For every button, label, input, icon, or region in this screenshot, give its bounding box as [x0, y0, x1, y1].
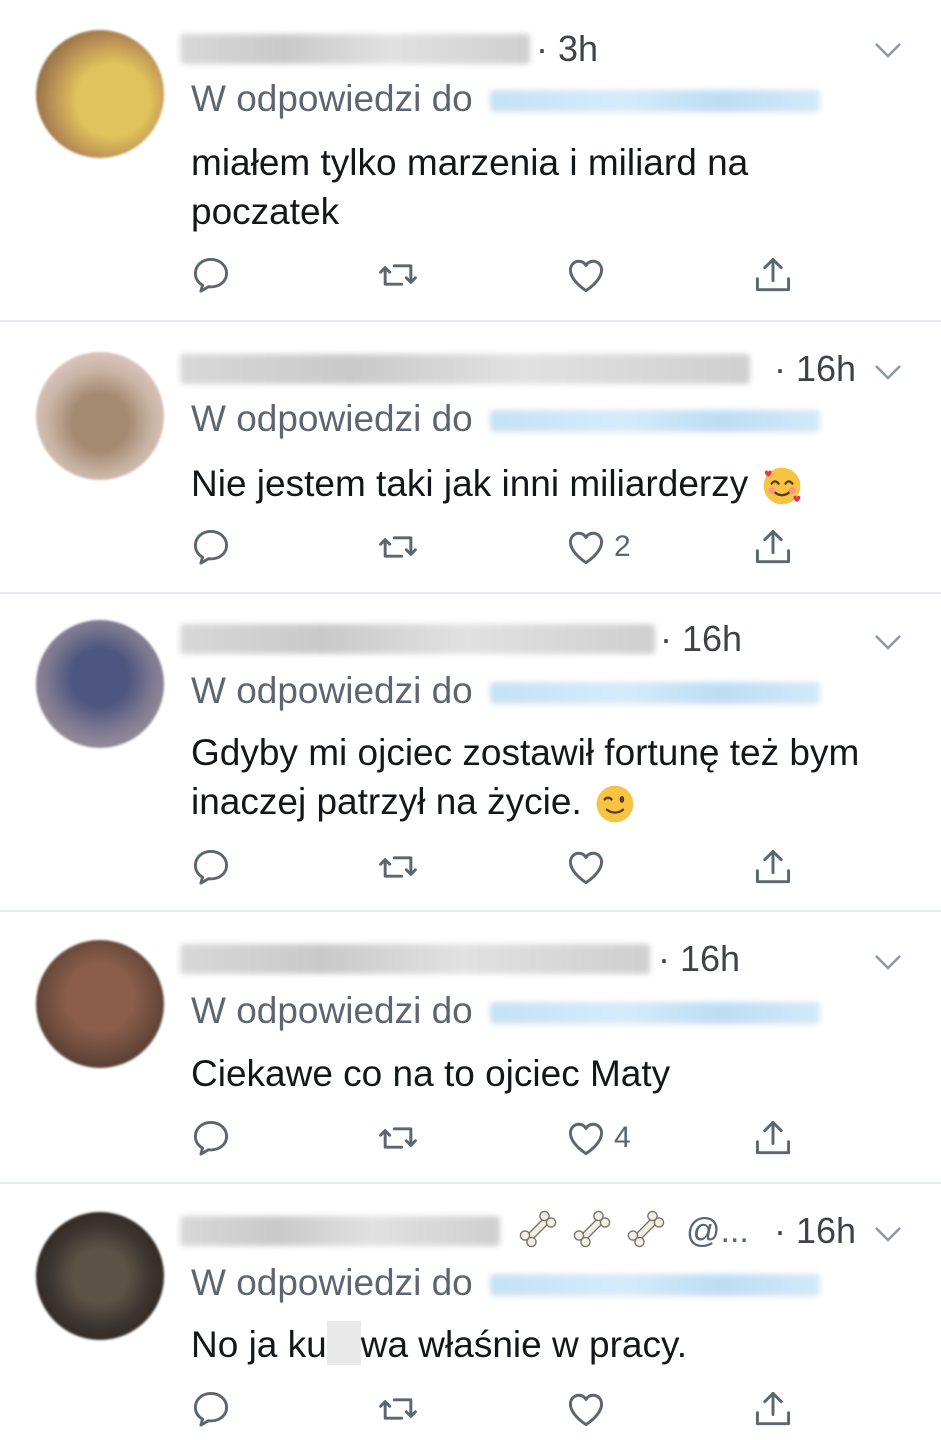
- tweet-1[interactable]: · 3h W odpowiedzi do miałem tylko marzen…: [0, 0, 941, 320]
- retweet-button[interactable]: [376, 1116, 420, 1160]
- share-button[interactable]: [751, 845, 795, 889]
- bone-emoji: [519, 1210, 557, 1248]
- reply-button[interactable]: [189, 1116, 233, 1160]
- reply-button[interactable]: [189, 1387, 233, 1431]
- share-button[interactable]: [751, 1387, 795, 1431]
- author-handle[interactable]: @...: [686, 1212, 749, 1251]
- smiling-face-with-hearts-emoji: [763, 467, 800, 505]
- chevron-down-icon[interactable]: [870, 630, 906, 654]
- tweet-5[interactable]: @... · 16h W odpowiedzi do No ja ku wa wł…: [0, 1184, 941, 1440]
- tweet-text-content: Nie jestem taki jak inni miliarderzy: [191, 463, 749, 504]
- retweet-icon: [379, 1127, 417, 1149]
- reply-icon: [193, 1391, 229, 1427]
- bone-emoji: [627, 1210, 665, 1248]
- timestamp[interactable]: · 3h: [536, 28, 598, 70]
- author-name[interactable]: [180, 624, 655, 654]
- retweet-icon: [379, 536, 417, 558]
- share-button[interactable]: [751, 1116, 795, 1160]
- avatar[interactable]: [36, 352, 164, 480]
- retweet-button[interactable]: [376, 845, 420, 889]
- share-icon: [755, 1391, 791, 1426]
- bone-emojis: [515, 1206, 669, 1252]
- reply-to-label: W odpowiedzi do: [191, 990, 473, 1031]
- tweet-3[interactable]: · 16h W odpowiedzi do Gdyby mi ojciec zo…: [0, 594, 941, 910]
- reply-icon: [193, 257, 229, 293]
- reply-to-label: W odpowiedzi do: [191, 78, 473, 119]
- timestamp[interactable]: · 16h: [658, 938, 740, 980]
- reply-button[interactable]: [189, 845, 233, 889]
- chevron-down-icon[interactable]: [870, 38, 906, 62]
- chevron-down-icon[interactable]: [870, 360, 906, 384]
- tweet-text: Gdyby mi ojciec zostawił fortunę też bym…: [191, 728, 911, 827]
- reply-to-label: W odpowiedzi do: [191, 670, 473, 711]
- winking-face-emoji: [596, 785, 634, 823]
- avatar[interactable]: [36, 1212, 164, 1340]
- retweet-button[interactable]: [376, 253, 420, 297]
- reply-to-handle[interactable]: [490, 1274, 820, 1296]
- timestamp[interactable]: · 16h: [774, 1210, 856, 1252]
- like-button[interactable]: [564, 845, 614, 889]
- like-icon: [568, 259, 604, 293]
- retweet-button[interactable]: [376, 525, 420, 569]
- tweet-text-line-2-content: inaczej patrzył na życie.: [191, 781, 582, 822]
- avatar[interactable]: [36, 30, 164, 158]
- reply-button[interactable]: [189, 253, 233, 297]
- author-name[interactable]: [180, 34, 530, 64]
- tweet-4[interactable]: · 16h W odpowiedzi do Ciekawe co na to o…: [0, 912, 941, 1182]
- retweet-icon: [379, 1398, 417, 1420]
- like-count: 4: [614, 1121, 631, 1154]
- tweet-text: Ciekawe co na to ojciec Maty: [191, 1053, 671, 1094]
- like-icon: [568, 531, 604, 565]
- retweet-icon: [379, 264, 417, 286]
- like-button[interactable]: 2: [564, 525, 631, 569]
- author-name[interactable]: [180, 944, 650, 974]
- retweet-button[interactable]: [376, 1387, 420, 1431]
- tweet-text: No ja ku wa właśnie w pracy.: [191, 1320, 911, 1369]
- share-icon: [755, 529, 791, 564]
- like-count: 2: [614, 530, 631, 563]
- chevron-down-icon[interactable]: [870, 1222, 906, 1246]
- share-icon: [755, 849, 791, 884]
- bone-emoji: [573, 1210, 611, 1248]
- author-name[interactable]: [180, 1216, 500, 1246]
- share-button[interactable]: [751, 253, 795, 297]
- reply-icon: [193, 1120, 229, 1156]
- tweet-text-line-2: inaczej patrzył na życie.: [191, 777, 911, 827]
- retweet-icon: [379, 856, 417, 878]
- reply-to-label: W odpowiedzi do: [191, 1262, 473, 1303]
- reply-to-handle[interactable]: [490, 1002, 820, 1024]
- tweet-text-part-2: wa właśnie w pracy.: [360, 1324, 687, 1365]
- tweet-text: Nie jestem taki jak inni miliarderzy: [191, 459, 911, 509]
- chevron-down-icon[interactable]: [870, 950, 906, 974]
- like-button[interactable]: [564, 1387, 614, 1431]
- timestamp[interactable]: · 16h: [660, 618, 742, 660]
- avatar[interactable]: [36, 620, 164, 748]
- like-icon: [568, 1122, 604, 1156]
- reply-to-handle[interactable]: [490, 682, 820, 704]
- avatar[interactable]: [36, 940, 164, 1068]
- tweet-text-part-1: No ja ku: [191, 1324, 327, 1365]
- share-icon: [755, 257, 791, 292]
- like-button[interactable]: 4: [564, 1116, 631, 1160]
- author-name[interactable]: [180, 354, 750, 384]
- share-icon: [755, 1120, 791, 1155]
- tweet-2[interactable]: · 16h W odpowiedzi do Nie jestem taki ja…: [0, 322, 941, 592]
- reply-to-label: W odpowiedzi do: [191, 398, 473, 439]
- reply-icon: [193, 849, 229, 885]
- tweet-text-line-1: Gdyby mi ojciec zostawił fortunę też bym: [191, 732, 860, 773]
- tweet-text: miałem tylko marzenia i miliard na pocza…: [191, 142, 749, 232]
- like-icon: [568, 851, 604, 885]
- timestamp[interactable]: · 16h: [774, 348, 856, 390]
- like-icon: [568, 1393, 604, 1427]
- reply-to-handle[interactable]: [490, 90, 820, 112]
- reply-to-handle[interactable]: [490, 410, 820, 432]
- reply-icon: [193, 529, 229, 565]
- censor-block: [326, 1321, 361, 1365]
- share-button[interactable]: [751, 525, 795, 569]
- reply-button[interactable]: [189, 525, 233, 569]
- like-button[interactable]: [564, 253, 614, 297]
